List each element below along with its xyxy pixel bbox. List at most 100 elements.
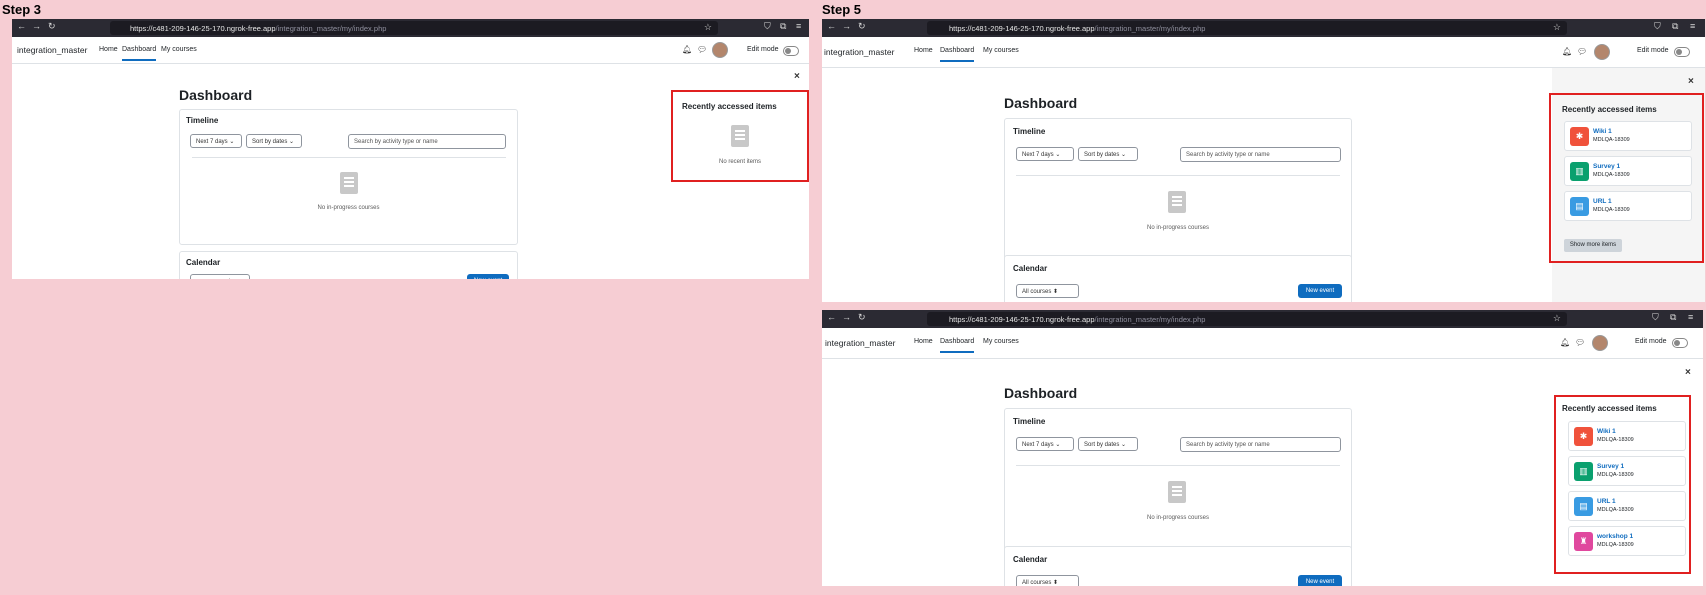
recent-item-course: MDLQA-18309 [1597,507,1634,513]
recent-items-block-highlight: Recently accessed items No recent items [671,90,809,182]
nav-dashboard[interactable]: Dashboard [940,338,975,353]
recent-item-name[interactable]: workshop 1 [1597,533,1633,540]
page-title: Dashboard [179,87,253,103]
recent-item-course: MDLQA-18309 [1593,137,1630,143]
calendar-card: Calendar All courses ⬍ New event [1004,546,1352,586]
site-brand[interactable]: integration_master [825,338,895,348]
recent-item-name[interactable]: Wiki 1 [1597,428,1616,435]
timeline-title: Timeline [1013,127,1046,136]
show-more-items-button[interactable]: Show more items [1564,239,1622,252]
bell-icon[interactable]: 🔔︎ [1562,47,1572,56]
bell-icon[interactable]: 🔔︎ [1560,338,1570,347]
new-event-button[interactable]: New event [1298,575,1342,586]
url-icon: ▤ [1570,197,1589,216]
recent-item-name[interactable]: URL 1 [1597,498,1616,505]
wiki-icon: ✱ [1570,127,1589,146]
recent-item-name[interactable]: Survey 1 [1593,163,1620,170]
pocket-icon[interactable]: ⛉ [764,21,771,32]
recent-item[interactable]: ▤ URL 1 MDLQA-18309 [1564,191,1692,221]
site-brand[interactable]: integration_master [17,45,87,55]
chat-icon[interactable]: 💬︎ [1577,47,1587,56]
recent-item[interactable]: ▥ Survey 1 MDLQA-18309 [1564,156,1692,186]
avatar[interactable] [712,42,728,58]
reload-icon[interactable]: ↻ [858,312,866,323]
nav-dashboard[interactable]: Dashboard [122,46,157,61]
avatar[interactable] [1594,44,1610,60]
timeline-sort-button[interactable]: Sort by dates ⌄ [246,134,302,148]
forward-icon[interactable]: → [842,21,851,31]
chat-icon[interactable]: 💬︎ [697,45,707,54]
pocket-icon[interactable]: ⛉ [1652,312,1659,323]
nav-my-courses[interactable]: My courses [983,338,1019,345]
extensions-icon[interactable]: ⧉ [1672,21,1678,32]
recent-items-block-highlight: Recently accessed items ✱ Wiki 1 MDLQA-1… [1554,395,1691,574]
edit-mode-toggle[interactable] [1672,338,1688,348]
menu-icon[interactable]: ≡ [1688,312,1693,322]
nav-my-courses[interactable]: My courses [161,46,197,53]
close-drawer-icon[interactable]: × [794,71,800,82]
menu-icon[interactable]: ≡ [796,21,801,31]
bookmark-star-icon[interactable]: ☆ [704,22,712,33]
site-brand[interactable]: integration_master [824,47,894,57]
bell-icon[interactable]: 🔔︎ [682,45,692,54]
recent-item-name[interactable]: URL 1 [1593,198,1612,205]
recent-item-course: MDLQA-18309 [1597,472,1634,478]
edit-mode-toggle[interactable] [783,46,799,56]
pocket-icon[interactable]: ⛉ [1654,21,1661,32]
calendar-courses-select[interactable]: All courses ⬍ [1016,575,1079,586]
forward-icon[interactable]: → [842,312,851,322]
forward-icon[interactable]: → [32,21,41,31]
nav-dashboard[interactable]: Dashboard [940,47,975,62]
calendar-title: Calendar [186,258,221,267]
recent-item-course: MDLQA-18309 [1593,207,1630,213]
timeline-search-input[interactable]: Search by activity type or name [1180,437,1341,452]
chat-icon[interactable]: 💬︎ [1575,338,1585,347]
recent-item[interactable]: ✱ Wiki 1 MDLQA-18309 [1568,421,1686,451]
timeline-search-input[interactable]: Search by activity type or name [1180,147,1341,162]
edit-mode-toggle[interactable] [1674,47,1690,57]
screenshot-step-5-a: ← → ↻ https://c481-209-146-25-170.ngrok-… [822,19,1705,302]
timeline-sort-button[interactable]: Sort by dates ⌄ [1078,147,1138,161]
extensions-icon[interactable]: ⧉ [1670,312,1676,323]
calendar-courses-select[interactable]: All courses ⬍ [1016,284,1079,298]
recent-item-name[interactable]: Survey 1 [1597,463,1624,470]
calendar-courses-select[interactable]: All courses ⬍ [190,274,250,279]
timeline-title: Timeline [1013,417,1046,426]
address-bar[interactable]: https://c481-209-146-25-170.ngrok-free.a… [927,21,1567,35]
timeline-empty-text: No in-progress courses [1146,515,1210,521]
reload-icon[interactable]: ↻ [48,21,56,32]
recent-item[interactable]: ▤ URL 1 MDLQA-18309 [1568,491,1686,521]
menu-icon[interactable]: ≡ [1690,21,1695,31]
back-icon[interactable]: ← [827,312,836,322]
back-icon[interactable]: ← [827,21,836,31]
close-drawer-icon[interactable]: × [1688,76,1694,87]
nav-home[interactable]: Home [99,46,118,53]
recent-item[interactable]: ✱ Wiki 1 MDLQA-18309 [1564,121,1692,151]
bookmark-star-icon[interactable]: ☆ [1553,313,1561,324]
close-drawer-icon[interactable]: × [1685,367,1691,378]
timeline-filter-button[interactable]: Next 7 days ⌄ [1016,147,1074,161]
new-event-button[interactable]: New event [467,274,509,279]
address-bar[interactable]: https://c481-209-146-25-170.ngrok-free.a… [927,312,1567,326]
extensions-icon[interactable]: ⧉ [780,21,786,32]
recent-items-title: Recently accessed items [1562,105,1657,114]
avatar[interactable] [1592,335,1608,351]
bookmark-star-icon[interactable]: ☆ [1553,22,1561,33]
nav-home[interactable]: Home [914,47,933,54]
step-3-label: Step 3 [2,2,42,17]
reload-icon[interactable]: ↻ [858,21,866,32]
recent-item[interactable]: ▥ Survey 1 MDLQA-18309 [1568,456,1686,486]
browser-toolbar: ← → ↻ https://c481-209-146-25-170.ngrok-… [822,310,1703,328]
recent-item-name[interactable]: Wiki 1 [1593,128,1612,135]
timeline-sort-button[interactable]: Sort by dates ⌄ [1078,437,1138,451]
new-event-button[interactable]: New event [1298,284,1342,298]
timeline-filter-button[interactable]: Next 7 days ⌄ [190,134,242,148]
nav-home[interactable]: Home [914,338,933,345]
nav-my-courses[interactable]: My courses [983,47,1019,54]
recent-item-course: MDLQA-18309 [1593,172,1630,178]
address-bar[interactable]: https://c481-209-146-25-170.ngrok-free.a… [110,21,718,35]
timeline-filter-button[interactable]: Next 7 days ⌄ [1016,437,1074,451]
timeline-search-input[interactable]: Search by activity type or name [348,134,506,149]
recent-item[interactable]: ♜ workshop 1 MDLQA-18309 [1568,526,1686,556]
back-icon[interactable]: ← [17,21,26,31]
